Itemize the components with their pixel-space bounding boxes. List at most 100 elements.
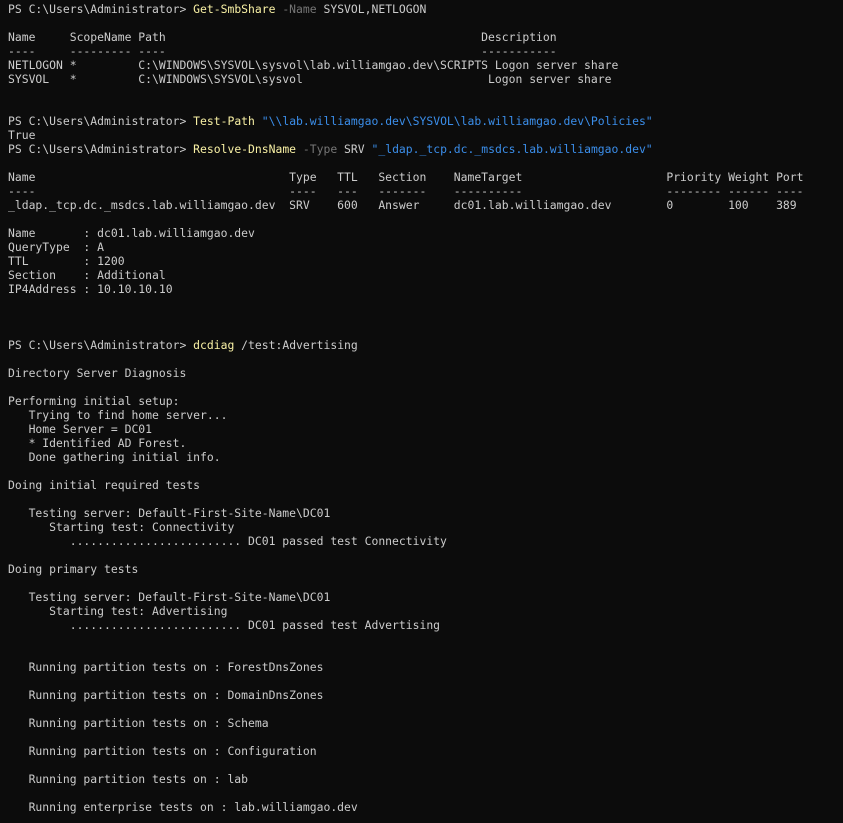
terminal-text: SRV — [337, 142, 372, 156]
terminal-text: Home Server = DC01 — [8, 422, 153, 436]
terminal-text: Testing server: Default-First-Site-Name\… — [8, 590, 331, 604]
terminal-text: IP4Address : 10.10.10.10 — [8, 282, 173, 296]
terminal-text: Trying to find home server... — [8, 408, 228, 422]
terminal-line: Name Type TTL Section NameTarget Priorit… — [8, 170, 838, 184]
terminal-line: TTL : 1200 — [8, 254, 838, 268]
terminal-text: Get-SmbShare — [193, 2, 276, 16]
terminal-text: Name ScopeName Path Description — [8, 30, 557, 44]
terminal-text: Name : dc01.lab.williamgao.dev — [8, 226, 255, 240]
terminal-text: PS C:\Users\Administrator> — [8, 114, 194, 128]
terminal-text: True — [8, 128, 36, 142]
terminal-text: Directory Server Diagnosis — [8, 366, 187, 380]
terminal-line: Running partition tests on : Configurati… — [8, 744, 838, 758]
terminal-line: Doing initial required tests — [8, 478, 838, 492]
terminal-text: ......................... DC01 passed te… — [8, 534, 447, 548]
terminal-line: Name ScopeName Path Description — [8, 30, 838, 44]
terminal-line: PS C:\Users\Administrator> Get-SmbShare … — [8, 2, 838, 16]
terminal-line: Section : Additional — [8, 268, 838, 282]
terminal-text: PS C:\Users\Administrator> — [8, 2, 194, 16]
terminal-text: Name Type TTL Section NameTarget Priorit… — [8, 170, 804, 184]
terminal-line: Doing primary tests — [8, 562, 838, 576]
terminal-line: Starting test: Connectivity — [8, 520, 838, 534]
terminal-line: NETLOGON * C:\WINDOWS\SYSVOL\sysvol\lab.… — [8, 58, 838, 72]
terminal-text: Running partition tests on : Configurati… — [8, 744, 317, 758]
terminal-text: * Identified AD Forest. — [8, 436, 187, 450]
terminal-text: ......................... DC01 passed te… — [8, 618, 441, 632]
terminal-line: True — [8, 128, 838, 142]
terminal-line: Running partition tests on : lab — [8, 772, 838, 786]
terminal-line: PS C:\Users\Administrator> Test-Path "\\… — [8, 114, 838, 128]
terminal-text: Testing server: Default-First-Site-Name\… — [8, 506, 331, 520]
terminal-line: Running partition tests on : Schema — [8, 716, 838, 730]
terminal-text: -Name — [275, 2, 317, 16]
terminal-text: Doing initial required tests — [8, 478, 201, 492]
terminal-text: "_ldap._tcp.dc._msdcs.lab.williamgao.dev… — [371, 142, 653, 156]
terminal-text: Running enterprise tests on : lab.willia… — [8, 800, 358, 814]
terminal-text: PS C:\Users\Administrator> — [8, 142, 194, 156]
terminal-line: PS C:\Users\Administrator> Resolve-DnsNa… — [8, 142, 838, 156]
terminal-line: Performing initial setup: — [8, 394, 838, 408]
terminal-text: SYSVOL * C:\WINDOWS\SYSVOL\sysvol Logon … — [8, 72, 612, 86]
terminal-line: Running enterprise tests on : lab.willia… — [8, 800, 838, 814]
terminal-text: "\\lab.williamgao.dev\SYSVOL\lab.william… — [254, 114, 653, 128]
terminal-line: ---- ---- --- ------- ---------- -------… — [8, 184, 838, 198]
terminal-text: SYSVOL,NETLOGON — [316, 2, 427, 16]
terminal-text: Starting test: Advertising — [8, 604, 228, 618]
terminal-text: ---- --------- ---- ----------- — [8, 44, 557, 58]
terminal-line: Testing server: Default-First-Site-Name\… — [8, 506, 838, 520]
terminal-text: /test:Advertising — [234, 338, 358, 352]
terminal-text: NETLOGON * C:\WINDOWS\SYSVOL\sysvol\lab.… — [8, 58, 619, 72]
terminal-text: Running partition tests on : DomainDnsZo… — [8, 688, 324, 702]
terminal-line: Testing server: Default-First-Site-Name\… — [8, 590, 838, 604]
terminal-text: dcdiag — [193, 338, 235, 352]
terminal-text: Doing primary tests — [8, 562, 139, 576]
terminal-text: TTL : 1200 — [8, 254, 125, 268]
terminal-line: Running partition tests on : DomainDnsZo… — [8, 688, 838, 702]
terminal-line: ......................... DC01 passed te… — [8, 618, 838, 632]
terminal-text: QueryType : A — [8, 240, 105, 254]
terminal-text: -Type — [296, 142, 338, 156]
terminal-line: * Identified AD Forest. — [8, 436, 838, 450]
terminal-text: Test-Path — [193, 114, 255, 128]
terminal-line: QueryType : A — [8, 240, 838, 254]
terminal-text: Running partition tests on : ForestDnsZo… — [8, 660, 324, 674]
terminal-line: Name : dc01.lab.williamgao.dev — [8, 226, 838, 240]
terminal-text: Starting test: Connectivity — [8, 520, 235, 534]
terminal-text: Running partition tests on : lab — [8, 772, 249, 786]
terminal-line: PS C:\Users\Administrator> dcdiag /test:… — [8, 338, 838, 352]
terminal-line: ---- --------- ---- ----------- — [8, 44, 838, 58]
terminal-line: ......................... DC01 passed te… — [8, 534, 838, 548]
terminal-line: SYSVOL * C:\WINDOWS\SYSVOL\sysvol Logon … — [8, 72, 838, 86]
terminal-text: PS C:\Users\Administrator> — [8, 338, 194, 352]
terminal-text: ---- ---- --- ------- ---------- -------… — [8, 184, 804, 198]
terminal-line: IP4Address : 10.10.10.10 — [8, 282, 838, 296]
terminal-text: Section : Additional — [8, 268, 166, 282]
terminal-text: Done gathering initial info. — [8, 450, 221, 464]
terminal-line: Starting test: Advertising — [8, 604, 838, 618]
terminal-line: Home Server = DC01 — [8, 422, 838, 436]
terminal-line: Done gathering initial info. — [8, 450, 838, 464]
terminal-text: Performing initial setup: — [8, 394, 180, 408]
terminal-line: _ldap._tcp.dc._msdcs.lab.williamgao.dev … — [8, 198, 838, 212]
terminal-line: Running partition tests on : ForestDnsZo… — [8, 660, 838, 674]
terminal-output[interactable]: PS C:\Users\Administrator> Get-SmbShare … — [8, 2, 838, 821]
